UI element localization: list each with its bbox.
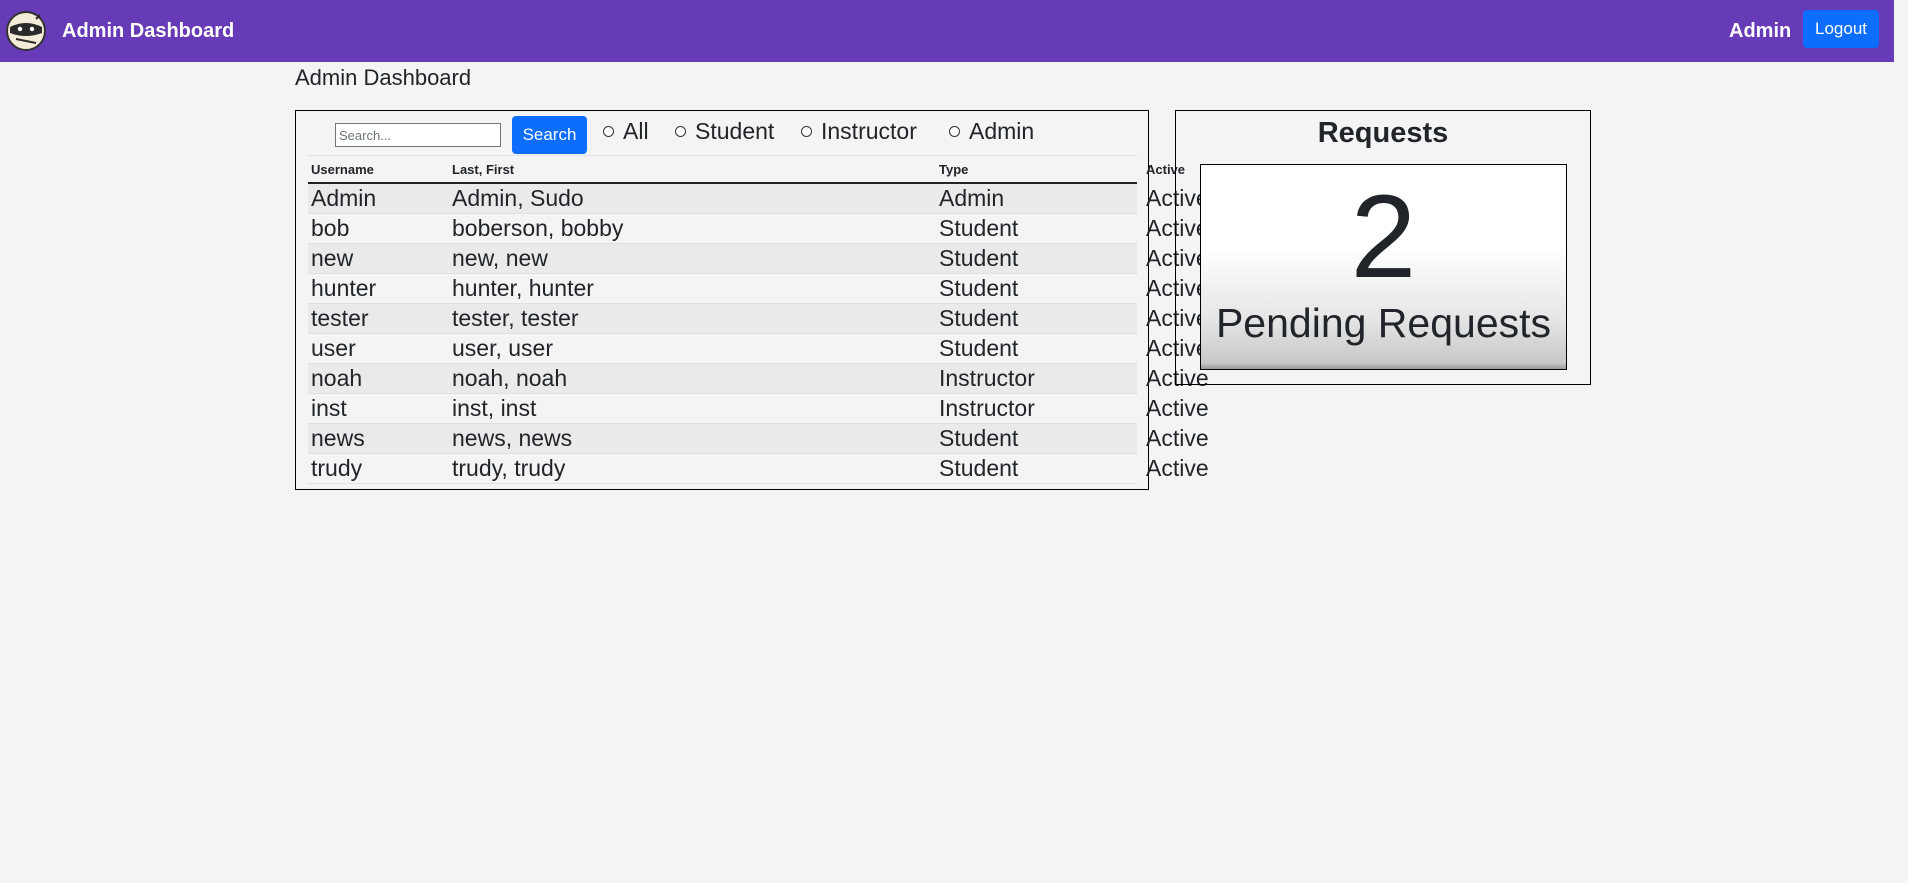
cell-active: Active xyxy=(1146,455,1209,481)
requests-title: Requests xyxy=(1317,117,1449,149)
cell-active: Active xyxy=(1146,395,1209,421)
cell-name: noah, noah xyxy=(452,365,568,391)
logout-button[interactable]: Logout xyxy=(1803,10,1879,48)
table-row[interactable]: user user, user Student Active xyxy=(308,334,1209,364)
cell-type: Student xyxy=(939,245,1019,271)
column-header-name[interactable]: Last, First xyxy=(452,162,514,177)
filter-admin-radio[interactable]: Admin xyxy=(949,116,1034,146)
cell-type: Student xyxy=(939,275,1019,301)
cell-type: Student xyxy=(939,215,1019,241)
filter-label: Admin xyxy=(969,117,1035,144)
radio-circle-icon[interactable] xyxy=(675,125,686,137)
navbar-brand[interactable]: Admin Dashboard xyxy=(62,0,234,62)
radio-circle-icon[interactable] xyxy=(603,125,614,137)
cell-name: tester, tester xyxy=(452,305,579,331)
cell-username: bob xyxy=(311,215,350,241)
table-header: Username Last, First Type Active xyxy=(308,155,1185,184)
cell-name: new, new xyxy=(452,245,548,271)
ninja-logo-icon[interactable] xyxy=(6,11,46,51)
page-title: Admin Dashboard xyxy=(295,65,472,90)
cell-username: news xyxy=(311,425,365,451)
column-header-type[interactable]: Type xyxy=(939,162,968,177)
table-row[interactable]: tester tester, tester Student Active xyxy=(308,304,1209,334)
search-button[interactable]: Search xyxy=(512,116,587,154)
cell-name: user, user xyxy=(452,335,553,361)
table-body: Admin Admin, Sudo Admin Active bob bober… xyxy=(308,184,1209,484)
table-row[interactable]: Admin Admin, Sudo Admin Active xyxy=(308,184,1209,214)
search-input[interactable] xyxy=(335,123,501,147)
pending-requests-label: Pending Requests xyxy=(1215,300,1552,346)
filter-label: All xyxy=(623,117,649,144)
filter-label: Student xyxy=(695,117,775,144)
filter-instructor-radio[interactable]: Instructor xyxy=(801,116,917,146)
cell-type: Student xyxy=(939,305,1019,331)
cell-type: Admin xyxy=(939,185,1005,211)
table-row[interactable]: new new, new Student Active xyxy=(308,244,1209,274)
requests-panel: Requests 2 Pending Requests xyxy=(1175,110,1591,385)
cell-name: news, news xyxy=(452,425,573,451)
table-row[interactable]: bob boberson, bobby Student Active xyxy=(308,214,1209,244)
pending-requests-count: 2 xyxy=(1350,171,1417,303)
cell-name: trudy, trudy xyxy=(452,455,566,481)
pending-requests-card[interactable]: 2 Pending Requests xyxy=(1200,164,1567,370)
cell-type: Student xyxy=(939,335,1019,361)
table-row[interactable]: hunter hunter, hunter Student Active xyxy=(308,274,1209,304)
users-panel: Search All Student Instructor Admin User… xyxy=(295,110,1209,490)
cell-name: boberson, bobby xyxy=(452,215,624,241)
radio-circle-icon[interactable] xyxy=(801,125,812,137)
current-user-label: Admin xyxy=(1729,20,1792,42)
table-row[interactable]: inst inst, inst Instructor Active xyxy=(308,394,1209,424)
filter-student-radio[interactable]: Student xyxy=(675,116,774,146)
filter-label: Instructor xyxy=(821,117,917,144)
cell-username: tester xyxy=(311,305,369,331)
cell-username: noah xyxy=(311,365,363,391)
cell-name: hunter, hunter xyxy=(452,275,594,301)
cell-username: inst xyxy=(311,395,347,421)
table-row[interactable]: trudy trudy, trudy Student Active xyxy=(308,454,1209,484)
cell-username: new xyxy=(311,245,354,271)
cell-username: hunter xyxy=(311,275,377,301)
cell-type: Instructor xyxy=(939,365,1035,391)
cell-name: inst, inst xyxy=(452,395,537,421)
cell-type: Student xyxy=(939,455,1019,481)
cell-username: Admin xyxy=(311,185,377,211)
top-navbar: Admin Dashboard Admin Logout xyxy=(0,0,1894,62)
table-row[interactable]: noah noah, noah Instructor Active xyxy=(308,364,1209,394)
cell-username: trudy xyxy=(311,455,363,481)
cell-type: Student xyxy=(939,425,1019,451)
cell-active: Active xyxy=(1146,425,1209,451)
column-header-username[interactable]: Username xyxy=(311,162,374,177)
filter-all-radio[interactable]: All xyxy=(603,116,649,146)
cell-type: Instructor xyxy=(939,395,1035,421)
cell-username: user xyxy=(311,335,356,361)
radio-circle-icon[interactable] xyxy=(949,125,960,137)
cell-name: Admin, Sudo xyxy=(452,185,584,211)
users-table: Username Last, First Type Active Admin A… xyxy=(308,155,1209,484)
table-row[interactable]: news news, news Student Active xyxy=(308,424,1209,454)
vertical-scrollbar[interactable] xyxy=(1894,0,1908,883)
